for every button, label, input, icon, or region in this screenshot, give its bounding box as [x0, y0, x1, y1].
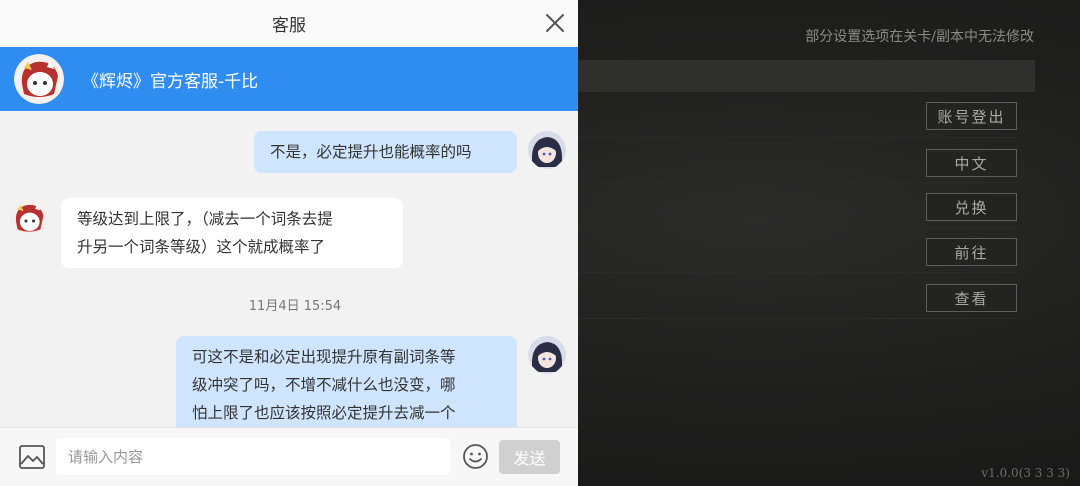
logout-button[interactable]: 账号登出 — [926, 102, 1017, 130]
close-icon[interactable] — [542, 10, 568, 36]
view-button[interactable]: 查看 — [926, 284, 1017, 312]
row-divider — [578, 182, 1018, 183]
redeem-button[interactable]: 兑换 — [926, 193, 1017, 221]
agent-avatar-small — [10, 199, 48, 237]
message-line: 不是，必定提升也能概率的吗 — [270, 143, 472, 161]
row-divider — [578, 137, 1018, 138]
message-line: 可这不是和必定出现提升原有副词条等 — [192, 348, 456, 366]
send-button[interactable]: 发送 — [499, 440, 560, 474]
message-line: 级冲突了吗，不增不减什么也没变，哪 — [192, 376, 456, 394]
row-divider — [578, 318, 1018, 319]
message-list[interactable]: 不是，必定提升也能概率的吗 等级达到上限了，（减去一个词条去提 升另一个词条等级… — [0, 111, 578, 427]
message-input[interactable] — [56, 438, 450, 475]
user-message-bubble: 可这不是和必定出现提升原有副词条等 级冲突了吗，不增不减什么也没变，哪 怕上限了… — [176, 336, 517, 427]
row-divider — [578, 227, 1018, 228]
user-message-bubble: 不是，必定提升也能概率的吗 — [254, 131, 517, 173]
agent-message-bubble: 等级达到上限了，（减去一个词条去提 升另一个词条等级）这个就成概率了 — [61, 198, 403, 268]
user-avatar — [528, 131, 566, 169]
settings-header-bar — [578, 60, 1035, 92]
user-avatar — [528, 336, 566, 374]
settings-note: 部分设置选项在关卡/副本中无法修改 — [805, 29, 1034, 45]
message-line: 等级达到上限了，（减去一个词条去提 — [77, 210, 333, 228]
message-line: 怕上限了也应该按照必定提升去减一个 — [192, 404, 456, 422]
customer-service-panel: 客服 《辉烬》官方客服-千比 不是，必定提升也能概率的吗 等级达到上限了，（减去… — [0, 0, 578, 486]
panel-header: 客服 — [0, 0, 578, 47]
input-bar: 发送 — [0, 427, 578, 486]
agent-avatar — [14, 54, 64, 104]
message-line: 升另一个词条等级）这个就成概率了 — [77, 238, 326, 256]
emoji-icon[interactable] — [462, 443, 489, 470]
panel-title: 客服 — [272, 16, 306, 36]
image-icon[interactable] — [18, 444, 46, 470]
version-label: v1.0.0(3 3 3 3) — [981, 466, 1070, 480]
language-button[interactable]: 中文 — [926, 149, 1017, 177]
agent-bar: 《辉烬》官方客服-千比 — [0, 47, 578, 111]
row-divider — [578, 272, 1018, 273]
agent-name: 《辉烬》官方客服-千比 — [82, 71, 259, 92]
message-timestamp: 11月4日 15:54 — [248, 299, 342, 314]
goto-button[interactable]: 前往 — [926, 238, 1017, 266]
